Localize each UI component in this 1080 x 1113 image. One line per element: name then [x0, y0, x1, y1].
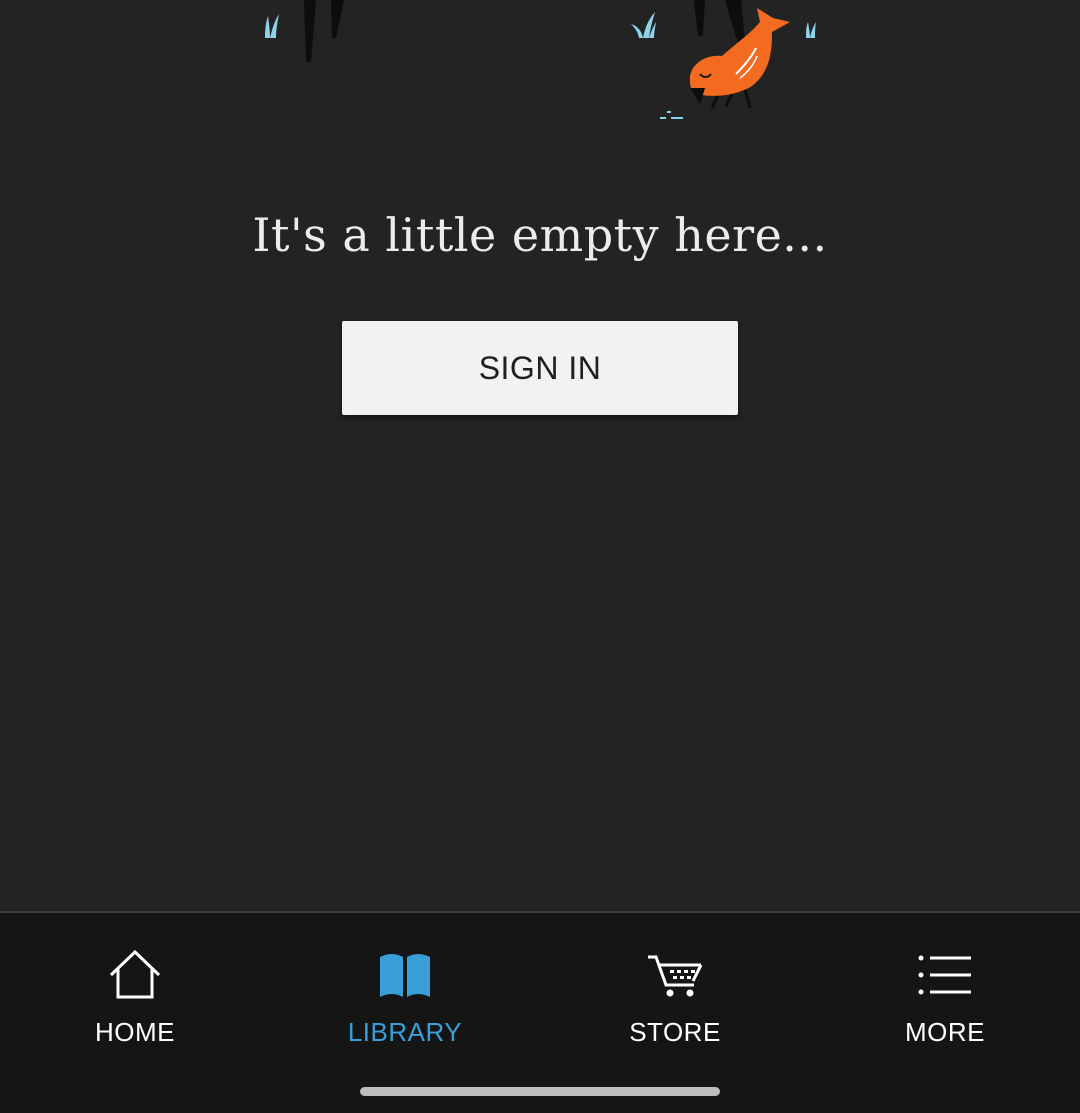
- nav-label-more: MORE: [905, 1017, 985, 1047]
- sign-in-button[interactable]: SIGN IN: [342, 321, 738, 415]
- nav-item-store[interactable]: STORE: [540, 913, 810, 1073]
- cart-icon: [645, 947, 705, 1003]
- nav-item-more[interactable]: MORE: [810, 913, 1080, 1073]
- bird-illustration-icon: [265, 0, 816, 119]
- nav-item-library[interactable]: LIBRARY: [270, 913, 540, 1073]
- library-screen: It's a little empty here... SIGN IN HOME…: [0, 0, 1080, 1113]
- book-icon: [375, 947, 435, 1003]
- bottom-navigation-bar: HOME LIBRARY STORE MORE: [0, 911, 1080, 1113]
- home-indicator-bar[interactable]: [360, 1087, 720, 1096]
- empty-state-message: It's a little empty here...: [252, 208, 828, 262]
- nav-label-store: STORE: [629, 1017, 721, 1047]
- home-icon: [105, 947, 165, 1003]
- nav-label-library: LIBRARY: [347, 1017, 463, 1047]
- nav-item-home[interactable]: HOME: [0, 913, 270, 1073]
- menu-list-icon: [915, 947, 975, 1003]
- nav-label-home: HOME: [95, 1017, 175, 1047]
